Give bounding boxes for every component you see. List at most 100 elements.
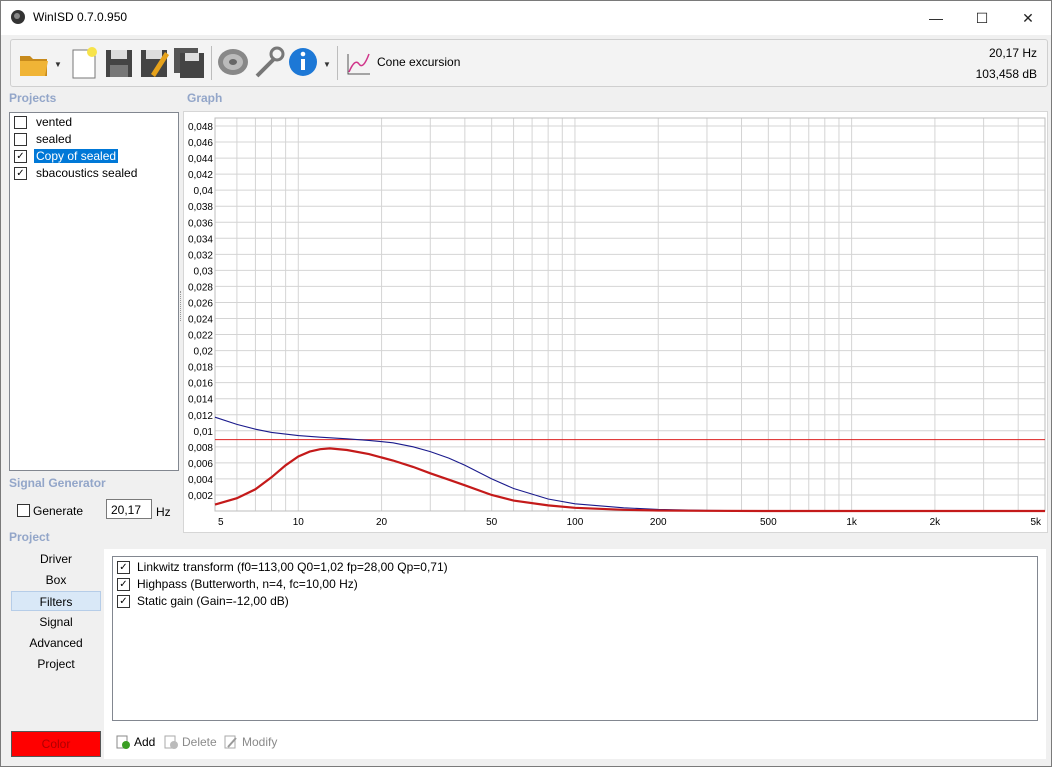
add-label: Add <box>134 735 156 749</box>
x-tick-label: 2k <box>930 517 942 528</box>
close-button[interactable]: ✕ <box>1005 1 1051 35</box>
nav-box[interactable]: Box <box>11 570 101 590</box>
x-tick-label: 100 <box>567 517 584 528</box>
filters-panel: ✓ Linkwitz transform (f0=113,00 Q0=1,02 … <box>104 549 1046 759</box>
y-tick-label: 0,042 <box>188 170 213 181</box>
add-icon <box>116 735 130 749</box>
y-tick-label: 0,026 <box>188 298 213 309</box>
y-tick-label: 0,02 <box>194 347 214 358</box>
nav-signal[interactable]: Signal <box>11 612 101 632</box>
graph-section-title: Graph <box>187 91 223 105</box>
y-tick-label: 0,03 <box>194 266 214 277</box>
project-label[interactable]: Copy of sealed <box>34 149 119 163</box>
project-checkbox[interactable]: ✓ <box>14 150 27 163</box>
info-icon[interactable] <box>286 44 320 80</box>
y-tick-label: 0,022 <box>188 331 213 342</box>
title-bar: WinISD 0.7.0.950 — ☐ ✕ <box>1 1 1051 35</box>
excursion-curve-red <box>214 447 1045 513</box>
y-tick-label: 0,046 <box>188 138 213 149</box>
nav-driver[interactable]: Driver <box>11 549 101 569</box>
generate-checkbox[interactable] <box>17 504 30 517</box>
filter-checkbox[interactable]: ✓ <box>117 561 130 574</box>
filter-checkbox[interactable]: ✓ <box>117 595 130 608</box>
project-checkbox[interactable] <box>14 116 27 129</box>
y-tick-label: 0,032 <box>188 250 213 261</box>
cursor-frequency-readout: 20,17 Hz <box>988 46 1037 60</box>
filter-label[interactable]: Linkwitz transform (f0=113,00 Q0=1,02 fp… <box>137 560 448 574</box>
project-checkbox[interactable] <box>14 133 27 146</box>
projects-section-title: Projects <box>9 91 57 105</box>
x-tick-label: 20 <box>376 517 388 528</box>
minimize-button[interactable]: — <box>913 1 959 35</box>
x-tick-label: 5 <box>218 517 224 528</box>
y-tick-label: 0,028 <box>188 282 213 293</box>
open-dropdown-chevron-icon[interactable]: ▼ <box>54 60 62 69</box>
filter-label[interactable]: Highpass (Butterworth, n=4, fc=10,00 Hz) <box>137 577 358 591</box>
toolbar-separator <box>337 46 338 80</box>
x-tick-label: 1k <box>846 517 858 528</box>
delete-label: Delete <box>182 735 217 749</box>
main-toolbar: ▼ ▼ Cone excursion 20,17 Hz 103,458 dB <box>10 39 1048 87</box>
y-tick-label: 0,044 <box>188 154 213 165</box>
toolbar-separator <box>211 46 212 80</box>
filter-label[interactable]: Static gain (Gain=-12,00 dB) <box>137 594 289 608</box>
y-tick-label: 0,034 <box>188 234 213 245</box>
y-tick-label: 0,004 <box>188 475 213 486</box>
color-button[interactable]: Color <box>11 731 101 757</box>
generate-label[interactable]: Generate <box>33 504 83 518</box>
tools-icon[interactable] <box>251 44 285 80</box>
nav-project[interactable]: Project <box>11 654 101 674</box>
nav-advanced[interactable]: Advanced <box>11 633 101 653</box>
project-label[interactable]: vented <box>34 115 74 129</box>
y-tick-label: 0,006 <box>188 459 213 470</box>
x-tick-label: 5k <box>1030 517 1042 528</box>
y-tick-label: 0,012 <box>188 411 213 422</box>
filter-checkbox[interactable]: ✓ <box>117 578 130 591</box>
driver-editor-icon[interactable] <box>216 44 250 80</box>
modify-label: Modify <box>242 735 278 749</box>
delete-icon <box>164 735 178 749</box>
projects-list: vented sealed ✓ Copy of sealed ✓ sbacous… <box>9 112 179 471</box>
modify-icon <box>224 735 237 749</box>
info-dropdown-chevron-icon[interactable]: ▼ <box>323 60 331 69</box>
cursor-level-readout: 103,458 dB <box>975 67 1037 81</box>
y-tick-label: 0,018 <box>188 363 213 374</box>
x-tick-label: 10 <box>293 517 305 528</box>
open-folder-icon[interactable] <box>17 44 51 80</box>
save-icon[interactable] <box>102 44 136 80</box>
project-label[interactable]: sealed <box>34 132 73 146</box>
graph-type-icon[interactable] <box>342 44 372 80</box>
project-label[interactable]: sbacoustics sealed <box>34 166 139 180</box>
y-tick-label: 0,002 <box>188 491 213 502</box>
save-all-icon[interactable] <box>172 44 206 80</box>
y-tick-label: 0,016 <box>188 379 213 390</box>
y-tick-label: 0,04 <box>194 186 214 197</box>
project-item[interactable]: vented <box>12 114 177 131</box>
project-checkbox[interactable]: ✓ <box>14 167 27 180</box>
y-tick-label: 0,008 <box>188 443 213 454</box>
cone-excursion-chart[interactable]: 0,002 0,004 0,006 0,008 0,01 0,012 0,014 0,016 0… <box>184 112 1047 532</box>
graph-panel[interactable]: 0,002 0,004 0,006 0,008 0,01 0,012 0,014 0,016 0… <box>183 111 1048 533</box>
generator-frequency-input[interactable]: 20,17 <box>106 499 152 519</box>
y-tick-label: 0,048 <box>188 122 213 133</box>
plot-frame <box>214 117 1046 512</box>
project-item[interactable]: sealed <box>12 131 177 148</box>
signal-generator-section-title: Signal Generator <box>9 476 106 490</box>
winisd-app-icon <box>11 10 25 24</box>
save-as-icon[interactable] <box>137 44 171 80</box>
generator-frequency-unit: Hz <box>156 505 171 519</box>
x-tick-label: 500 <box>760 517 777 528</box>
y-tick-label: 0,01 <box>194 427 214 438</box>
project-item[interactable]: ✓ Copy of sealed <box>12 148 177 165</box>
y-tick-label: 0,014 <box>188 395 213 406</box>
y-tick-label: 0,036 <box>188 218 213 229</box>
x-tick-label: 200 <box>650 517 667 528</box>
nav-filters[interactable]: Filters <box>11 591 101 611</box>
maximize-button[interactable]: ☐ <box>959 1 1005 35</box>
y-tick-label: 0,024 <box>188 315 213 326</box>
project-section-title: Project <box>9 530 50 544</box>
graph-type-selector[interactable]: Cone excursion <box>377 55 460 69</box>
new-project-icon[interactable] <box>67 44 101 80</box>
app-window: WinISD 0.7.0.950 — ☐ ✕ ▼ ▼ Cone excursio… <box>0 0 1052 767</box>
project-item[interactable]: ✓ sbacoustics sealed <box>12 165 177 182</box>
